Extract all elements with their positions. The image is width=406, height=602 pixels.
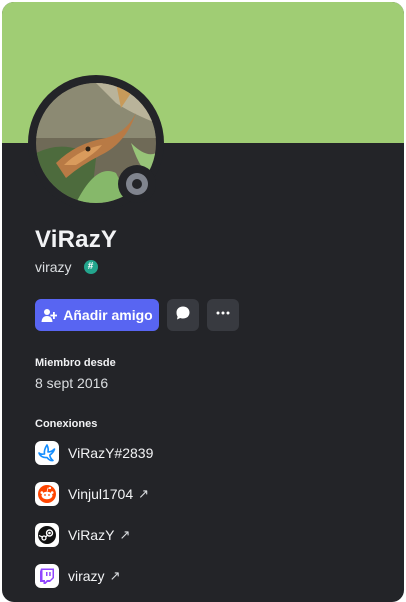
- status-indicator: [118, 165, 156, 203]
- profile-card: ViRazY virazy # Añadir amigo Miembro des…: [2, 2, 404, 602]
- external-link-icon: ↗: [109, 568, 121, 583]
- avatar-container[interactable]: [28, 75, 164, 211]
- connection-reddit[interactable]: Vinjul1704 ↗: [35, 482, 149, 506]
- member-since-date: 8 sept 2016: [35, 375, 109, 391]
- username: virazy: [35, 259, 72, 275]
- connections-title: Conexiones: [35, 418, 98, 430]
- message-button[interactable]: [167, 299, 199, 331]
- member-since-title: Miembro desde: [35, 357, 116, 369]
- username-row: virazy #: [35, 258, 98, 276]
- connection-twitch[interactable]: virazy ↗: [35, 564, 120, 588]
- ellipsis-icon: [215, 305, 231, 326]
- more-options-button[interactable]: [207, 299, 239, 331]
- connection-battlenet[interactable]: ViRazY#2839: [35, 441, 153, 465]
- battlenet-icon: [35, 441, 59, 465]
- display-name: ViRazY: [35, 226, 118, 253]
- external-link-icon: ↗: [119, 527, 131, 542]
- chat-bubble-icon: [175, 305, 191, 326]
- connection-label: virazy: [68, 568, 105, 584]
- add-friend-label: Añadir amigo: [63, 307, 153, 323]
- connection-steam[interactable]: ViRazY ↗: [35, 523, 130, 547]
- reddit-icon: [35, 482, 59, 506]
- offline-status-icon: [126, 173, 148, 195]
- hashtag-badge-icon[interactable]: #: [83, 260, 98, 274]
- add-user-icon: [41, 307, 58, 323]
- external-link-icon: ↗: [138, 486, 150, 501]
- twitch-icon: [35, 564, 59, 588]
- steam-icon: [35, 523, 59, 547]
- connection-label: ViRazY#2839: [68, 445, 154, 461]
- connection-label: Vinjul1704: [68, 486, 134, 502]
- connection-label: ViRazY: [68, 527, 115, 543]
- add-friend-button[interactable]: Añadir amigo: [35, 299, 159, 331]
